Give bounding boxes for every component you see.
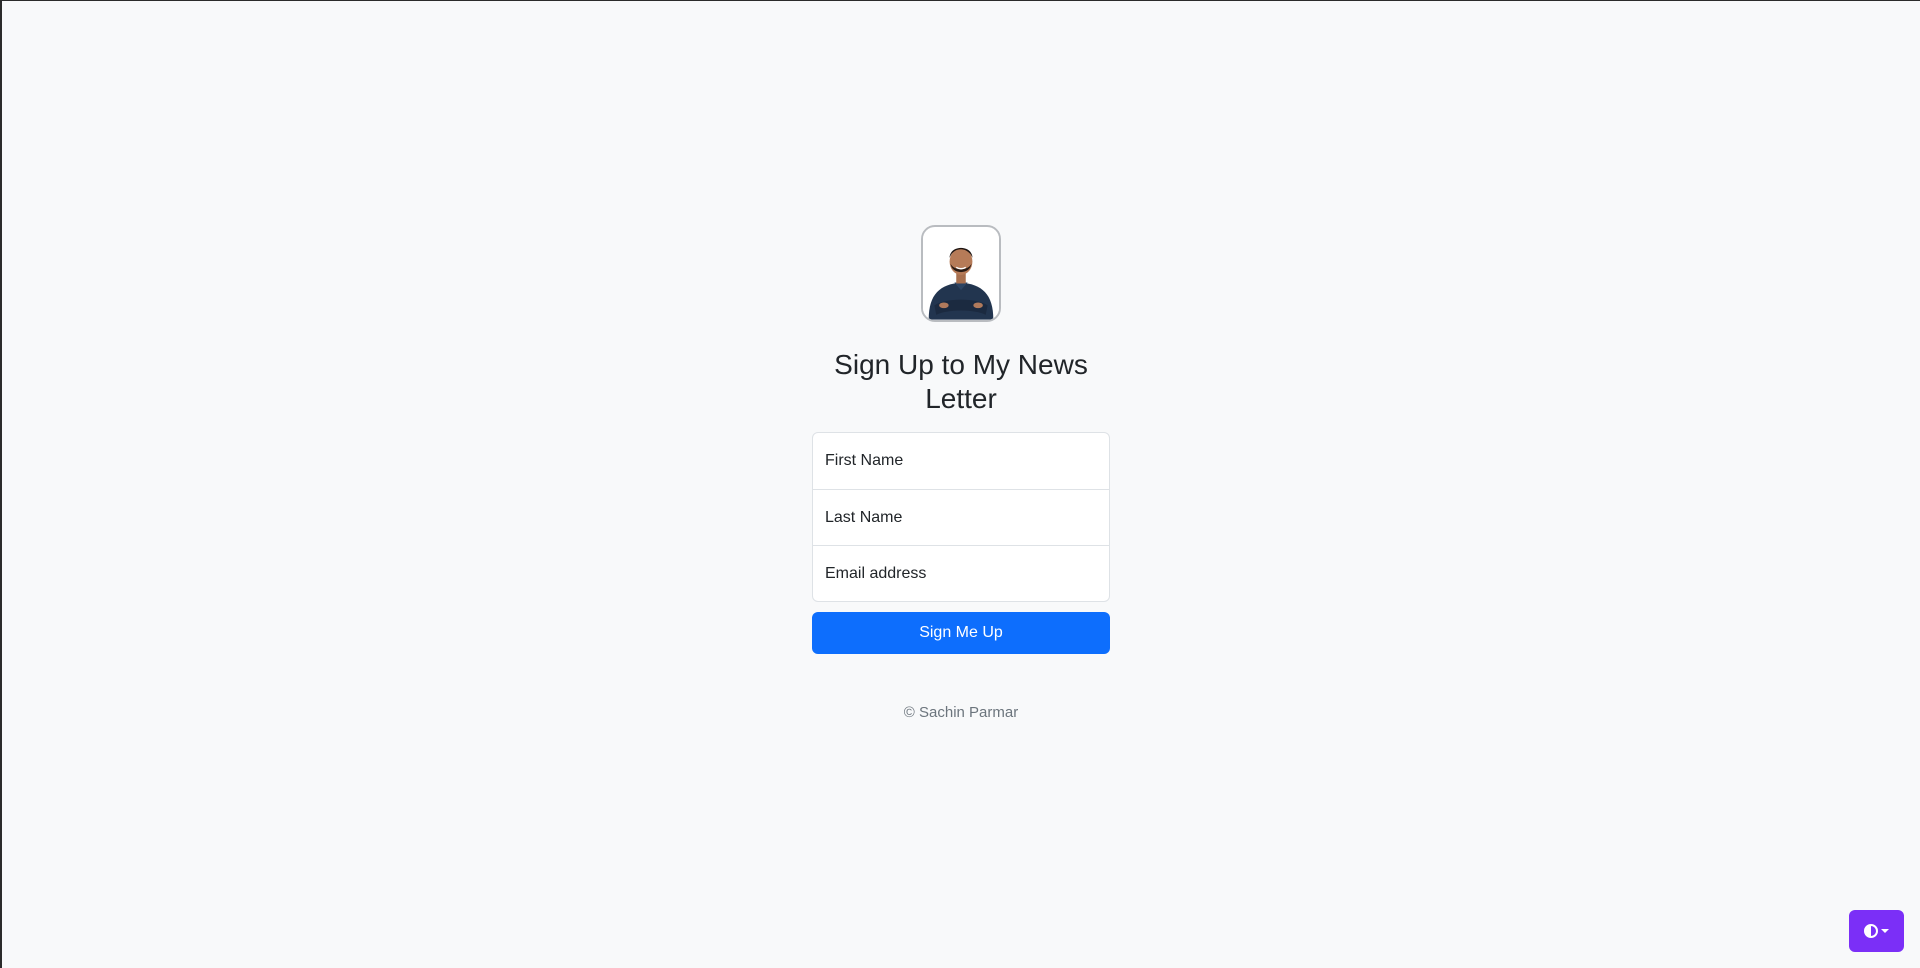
copyright-footer: © Sachin Parmar bbox=[903, 704, 1019, 721]
first-name-input[interactable]: First Name bbox=[813, 433, 1109, 489]
page-title: Sign Up to My News Letter bbox=[834, 349, 1088, 414]
contrast-icon bbox=[1864, 924, 1878, 938]
newsletter-signup-form: Sign Up to My News Letter First Name Las… bbox=[812, 225, 1110, 736]
caret-down-icon bbox=[1881, 929, 1889, 933]
email-input[interactable]: Email address bbox=[813, 545, 1109, 601]
theme-toggle-button[interactable] bbox=[1849, 910, 1904, 952]
last-name-input[interactable]: Last Name bbox=[813, 489, 1109, 545]
avatar bbox=[921, 225, 1001, 322]
sign-me-up-button[interactable]: Sign Me Up bbox=[812, 612, 1110, 654]
signup-fields: First Name Last Name Email address bbox=[812, 432, 1110, 602]
profile-photo-icon bbox=[923, 227, 999, 320]
